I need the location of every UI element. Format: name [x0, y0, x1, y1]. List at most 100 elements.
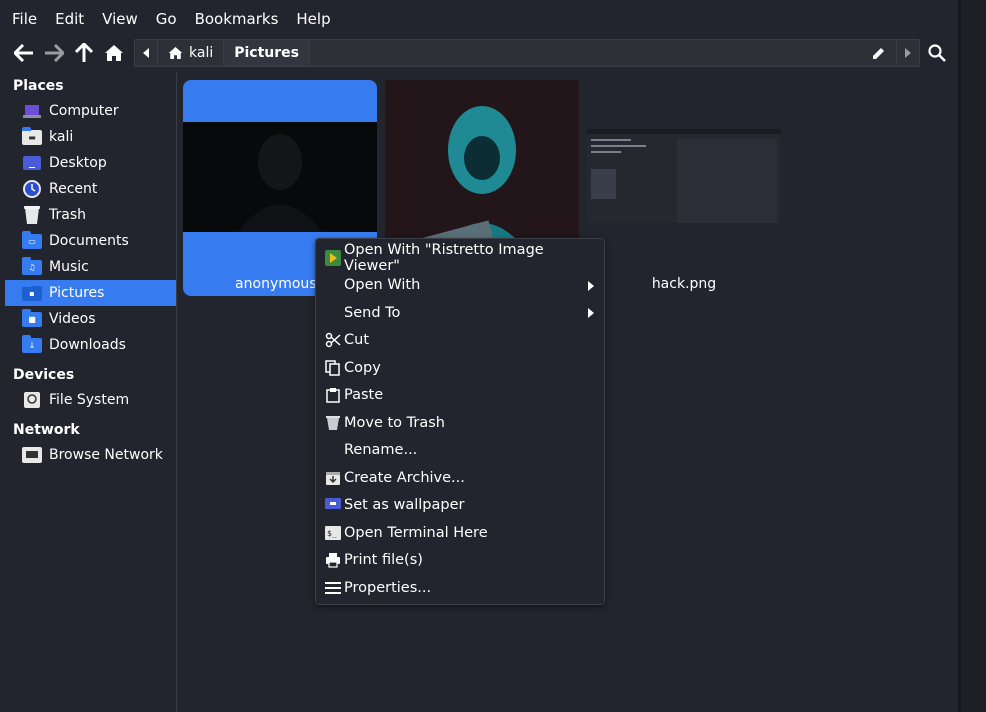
sidebar-item-desktop[interactable]: Desktop [5, 150, 176, 176]
clipboard-icon [322, 386, 344, 404]
thumbnail-image [183, 122, 377, 232]
sidebar-item-computer[interactable]: Computer [5, 98, 176, 124]
sidebar-item-label: Documents [49, 233, 129, 249]
menu-item-send-to[interactable]: Send To [316, 299, 604, 327]
videos-folder-icon: ■ [21, 308, 43, 328]
copy-icon [322, 359, 344, 377]
sidebar: Places Computer ▬ kali Desktop Recent Tr… [5, 72, 177, 712]
crumb-pictures[interactable]: Pictures [223, 40, 310, 66]
path-scroll-right-button[interactable] [896, 40, 919, 66]
arrow-up-icon [75, 43, 93, 62]
menu-go[interactable]: Go [150, 10, 183, 28]
menu-item-label: Move to Trash [344, 414, 445, 431]
network-heading: Network [13, 422, 80, 438]
sidebar-item-label: Music [49, 259, 89, 275]
computer-icon [21, 102, 43, 120]
submenu-arrow-icon [588, 280, 594, 291]
scissors-icon [322, 331, 344, 349]
trash-icon [322, 414, 344, 432]
menu-item-paste[interactable]: Paste [316, 382, 604, 410]
submenu-arrow-icon [588, 308, 594, 318]
home-icon [168, 47, 183, 59]
menu-item-label: Cut [344, 332, 369, 349]
menu-item-label: Copy [344, 359, 381, 376]
sidebar-item-label: File System [49, 392, 130, 408]
sidebar-item-trash[interactable]: Trash [5, 202, 176, 228]
devices-heading: Devices [13, 367, 75, 383]
file-item-label: hack.png [651, 276, 717, 292]
sidebar-item-label: Computer [49, 103, 119, 119]
desktop-icon [21, 154, 43, 172]
menu-item-label: Open With "Ristretto Image Viewer" [343, 241, 544, 274]
ristretto-icon [322, 249, 344, 267]
menu-item-open-with[interactable]: Open With [316, 272, 604, 300]
blank-icon [322, 441, 344, 459]
path-scroll-left-button[interactable] [135, 40, 158, 66]
chevron-left-icon [143, 48, 149, 58]
places-heading: Places [13, 78, 64, 94]
menu-bookmarks[interactable]: Bookmarks [189, 10, 285, 28]
sidebar-item-videos[interactable]: ■ Videos [5, 306, 176, 332]
sidebar-item-music[interactable]: ♫ Music [5, 254, 176, 280]
crumb-kali[interactable]: kali [158, 40, 223, 66]
menu-item-label: Create Archive... [344, 469, 465, 486]
menu-help[interactable]: Help [290, 10, 336, 28]
music-folder-icon: ♫ [21, 256, 43, 276]
menu-item-label: Paste [344, 387, 384, 404]
menu-item-properties[interactable]: Properties... [316, 574, 604, 602]
pencil-icon [873, 48, 884, 59]
sidebar-item-label: kali [49, 129, 74, 145]
file-item-hack-png[interactable]: hack.png [587, 80, 781, 296]
menu-item-set-as-wallpaper[interactable]: Set as wallpaper [316, 492, 604, 520]
blank-icon [322, 276, 344, 294]
sidebar-item-kali[interactable]: ▬ kali [5, 124, 176, 150]
menu-file[interactable]: File [6, 10, 43, 28]
sidebar-item-label: Videos [49, 311, 96, 327]
terminal-icon: $_ [322, 524, 344, 542]
menu-item-label: Open Terminal Here [344, 524, 488, 541]
sidebar-item-recent[interactable]: Recent [5, 176, 176, 202]
menu-item-open-with-ristretto[interactable]: Open With "Ristretto Image Viewer" [316, 241, 604, 274]
search-icon [928, 44, 946, 62]
path-bar: kali Pictures [134, 39, 920, 67]
home-icon [105, 45, 123, 61]
menu-item-rename[interactable]: Rename... [316, 437, 604, 465]
back-button[interactable] [9, 38, 39, 68]
downloads-folder-icon: ↓ [21, 334, 43, 354]
menu-item-label: Open With [344, 277, 421, 294]
sidebar-item-pictures[interactable]: ▪ Pictures [5, 280, 176, 306]
blank-icon [322, 304, 344, 322]
home-button[interactable] [99, 38, 129, 68]
sidebar-item-downloads[interactable]: ↓ Downloads [5, 332, 176, 358]
drive-icon [21, 391, 43, 409]
sidebar-item-file-system[interactable]: File System [5, 387, 176, 413]
menu-item-cut[interactable]: Cut [316, 327, 604, 355]
documents-folder-icon: ▭ [21, 230, 43, 250]
forward-button[interactable] [39, 38, 69, 68]
menu-edit[interactable]: Edit [49, 10, 90, 28]
menu-item-label: Rename... [344, 442, 418, 459]
menu-item-open-terminal-here[interactable]: $_ Open Terminal Here [316, 519, 604, 547]
chevron-right-icon [905, 48, 911, 58]
menu-item-create-archive[interactable]: Create Archive... [316, 464, 604, 492]
trash-icon [21, 206, 43, 224]
archive-icon [322, 469, 344, 487]
list-icon [322, 579, 344, 597]
home-folder-icon: ▬ [21, 126, 43, 146]
search-button[interactable] [922, 38, 952, 68]
up-button[interactable] [69, 38, 99, 68]
menu-view[interactable]: View [96, 10, 144, 28]
wallpaper-icon [322, 496, 344, 514]
toolbar: kali Pictures [0, 38, 958, 68]
sidebar-item-browse-network[interactable]: Browse Network [5, 442, 176, 468]
menu-item-move-to-trash[interactable]: Move to Trash [316, 409, 604, 437]
context-menu: Open With "Ristretto Image Viewer" Open … [315, 238, 605, 605]
menu-item-print-files[interactable]: Print file(s) [316, 547, 604, 575]
crumb-kali-label: kali [189, 45, 214, 61]
network-icon [21, 446, 43, 464]
menu-item-copy[interactable]: Copy [316, 354, 604, 382]
sidebar-item-label: Pictures [49, 285, 105, 301]
crumb-pictures-label: Pictures [234, 45, 299, 61]
edit-location-button[interactable] [865, 40, 893, 66]
sidebar-item-documents[interactable]: ▭ Documents [5, 228, 176, 254]
